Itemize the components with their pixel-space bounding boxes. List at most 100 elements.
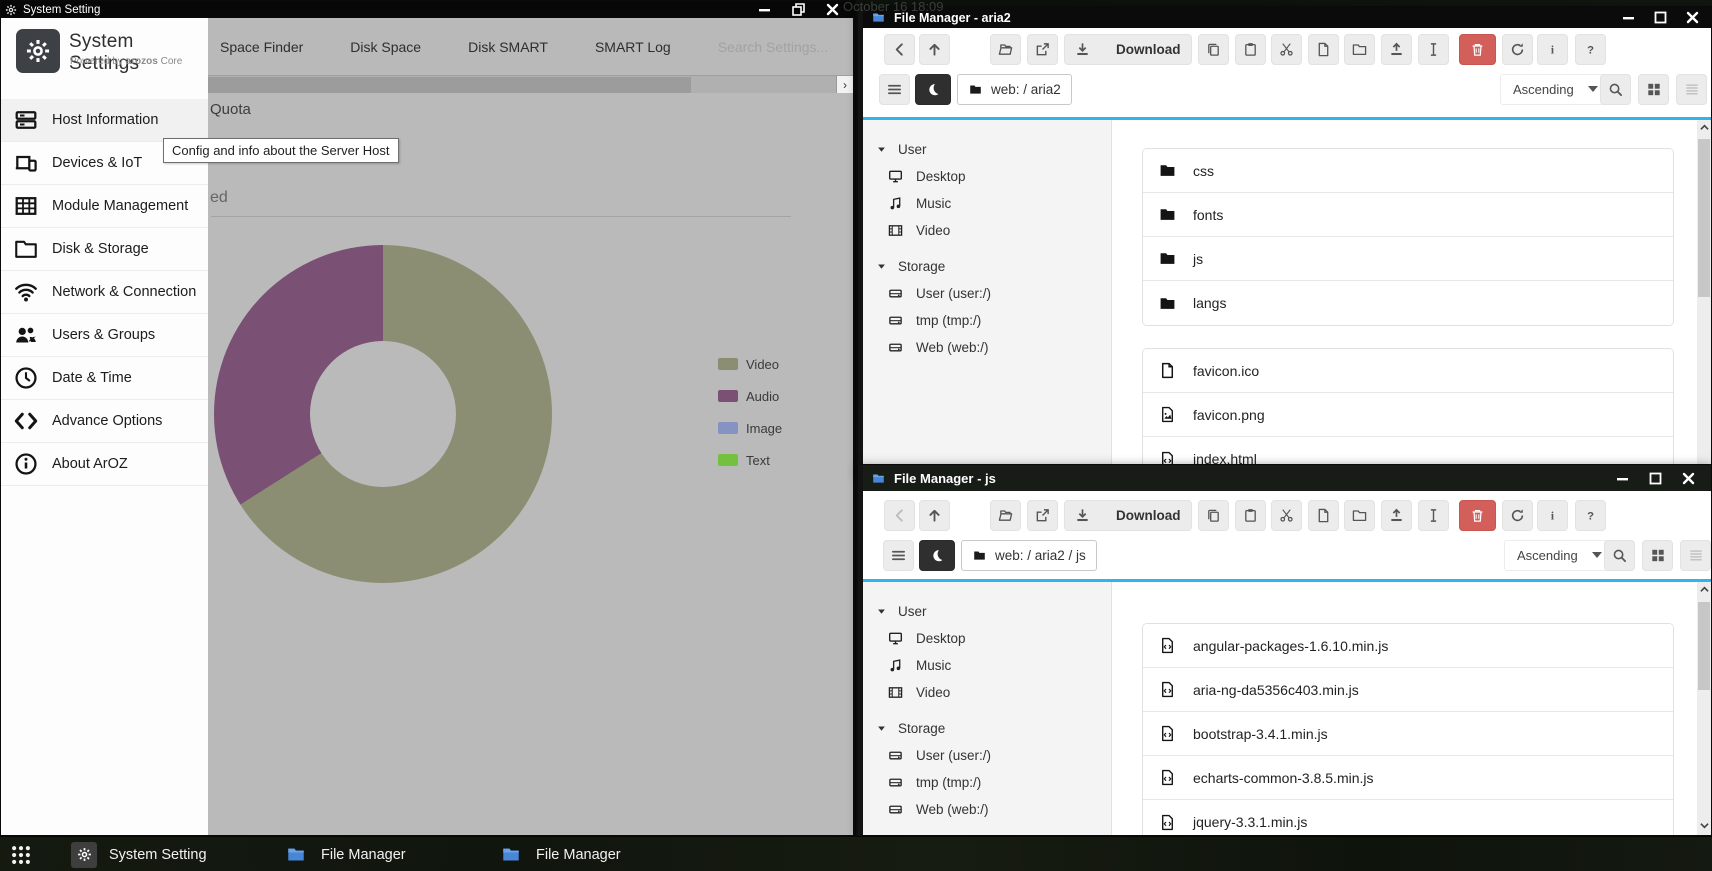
toolbar-button-up[interactable] — [919, 500, 950, 531]
list-view-button[interactable] — [1676, 74, 1707, 105]
sort-dropdown[interactable]: Ascending — [1500, 74, 1611, 105]
file-manager-aria2-titlebar[interactable]: File Manager - aria2 — [863, 7, 1711, 28]
file-row-echarts-common-3.8.5.min.js[interactable]: echarts-common-3.8.5.min.js — [1143, 756, 1673, 800]
tree-item-video[interactable]: Video — [863, 217, 1111, 244]
scrollbar-thumb[interactable] — [1698, 602, 1710, 690]
toolbar-button-cut[interactable] — [1271, 500, 1302, 531]
tree-item-web-web-[interactable]: Web (web:/) — [863, 796, 1111, 823]
toolbar-button-external[interactable] — [1027, 500, 1058, 531]
tree-section-user[interactable]: User — [863, 136, 1111, 163]
folder-row-langs[interactable]: langs — [1143, 281, 1673, 325]
sidebar-item-date-time[interactable]: Date & Time — [1, 357, 208, 400]
tree-section-storage[interactable]: Storage — [863, 715, 1111, 742]
tree-item-desktop[interactable]: Desktop — [863, 163, 1111, 190]
breadcrumb[interactable]: web: / aria2 / js — [961, 540, 1097, 571]
scrollbar-thumb[interactable] — [1698, 139, 1710, 297]
menu-button[interactable] — [883, 540, 914, 571]
toolbar-button-new-file[interactable] — [1308, 34, 1339, 65]
tab-disk-smart[interactable]: Disk SMART — [468, 39, 548, 55]
taskbar-item-file-manager-1[interactable]: File Manager — [283, 841, 406, 868]
toolbar-button-cut[interactable] — [1271, 34, 1302, 65]
search-settings-placeholder[interactable]: Search Settings... — [718, 39, 829, 55]
minimize-button[interactable] — [751, 1, 777, 18]
toolbar-button-delete[interactable] — [1459, 34, 1496, 65]
sidebar-item-about-aroz[interactable]: About ArOZ — [1, 443, 208, 486]
toolbar-button-up[interactable] — [919, 34, 950, 65]
scroll-up-arrow[interactable] — [1697, 120, 1711, 135]
maximize-button[interactable] — [1647, 7, 1673, 28]
toolbar-button-info[interactable]: i — [1537, 34, 1568, 65]
toolbar-button-copy[interactable] — [1198, 34, 1229, 65]
toolbar-button-open[interactable] — [990, 34, 1021, 65]
tree-section-user[interactable]: User — [863, 598, 1111, 625]
folder-row-css[interactable]: css — [1143, 149, 1673, 193]
legend-item-audio[interactable]: Audio — [718, 389, 782, 403]
toolbar-button-new-folder[interactable] — [1344, 500, 1375, 531]
legend-item-video[interactable]: Video — [718, 357, 782, 371]
toolbar-button-rename[interactable] — [1418, 34, 1449, 65]
list-view-button[interactable] — [1680, 540, 1711, 571]
apps-grid-icon[interactable] — [10, 844, 32, 866]
toolbar-button-help[interactable]: ? — [1575, 500, 1606, 531]
file-row-favicon.ico[interactable]: favicon.ico — [1143, 349, 1673, 393]
tab-bar-horizontal-scrollbar[interactable]: › — [208, 75, 853, 93]
grid-view-button[interactable] — [1638, 74, 1669, 105]
tree-item-user-user-[interactable]: User (user:/) — [863, 280, 1111, 307]
toolbar-button-paste[interactable] — [1235, 500, 1266, 531]
toolbar-button-new-file[interactable] — [1308, 500, 1339, 531]
toolbar-button-refresh[interactable] — [1502, 500, 1533, 531]
scroll-up-arrow[interactable] — [1697, 582, 1711, 597]
sidebar-item-advance-options[interactable]: Advance Options — [1, 400, 208, 443]
sort-dropdown[interactable]: Ascending — [1504, 540, 1615, 571]
file-row-jquery-3.3.1.min.js[interactable]: jquery-3.3.1.min.js — [1143, 800, 1673, 836]
tab-smart-log[interactable]: SMART Log — [595, 39, 671, 55]
toolbar-button-upload[interactable] — [1381, 500, 1412, 531]
tree-item-music[interactable]: Music — [863, 652, 1111, 679]
file-row-aria-ng-da5356c403.min.js[interactable]: aria-ng-da5356c403.min.js — [1143, 668, 1673, 712]
toolbar-button-info[interactable]: i — [1537, 500, 1568, 531]
taskbar-item-file-manager-2[interactable]: File Manager — [498, 841, 621, 868]
toolbar-button-refresh[interactable] — [1502, 34, 1533, 65]
search-button[interactable] — [1600, 74, 1631, 105]
tree-item-user-user-[interactable]: User (user:/) — [863, 742, 1111, 769]
sidebar-item-users-groups[interactable]: Users & Groups — [1, 314, 208, 357]
vertical-scrollbar[interactable] — [1697, 582, 1711, 835]
breadcrumb[interactable]: web: / aria2 — [957, 74, 1072, 105]
minimize-button[interactable] — [1609, 465, 1635, 491]
toolbar-button-delete[interactable] — [1459, 500, 1496, 531]
tree-item-tmp-tmp-[interactable]: tmp (tmp:/) — [863, 307, 1111, 334]
tree-item-video[interactable]: Video — [863, 679, 1111, 706]
tab-disk-space[interactable]: Disk Space — [350, 39, 421, 55]
file-row-favicon.png[interactable]: favicon.png — [1143, 393, 1673, 437]
file-manager-js-titlebar[interactable]: File Manager - js — [863, 465, 1711, 491]
scrollbar-thumb[interactable] — [208, 77, 691, 93]
minimize-button[interactable] — [1615, 7, 1641, 28]
maximize-button[interactable] — [1642, 465, 1668, 491]
tree-item-desktop[interactable]: Desktop — [863, 625, 1111, 652]
sidebar-item-host-information[interactable]: Host Information — [1, 99, 208, 142]
taskbar-item-system-setting-0[interactable]: System Setting — [71, 841, 207, 868]
legend-item-text[interactable]: Text — [718, 453, 782, 467]
toolbar-button-paste[interactable] — [1235, 34, 1266, 65]
legend-item-image[interactable]: Image — [718, 421, 782, 435]
grid-view-button[interactable] — [1642, 540, 1673, 571]
folder-row-js[interactable]: js — [1143, 237, 1673, 281]
toolbar-button-open[interactable] — [990, 500, 1021, 531]
tree-item-tmp-tmp-[interactable]: tmp (tmp:/) — [863, 769, 1111, 796]
tree-item-music[interactable]: Music — [863, 190, 1111, 217]
folder-row-fonts[interactable]: fonts — [1143, 193, 1673, 237]
sidebar-item-network-connection[interactable]: Network & Connection — [1, 271, 208, 314]
menu-button[interactable] — [879, 74, 910, 105]
download-button[interactable]: Download — [1064, 34, 1192, 65]
storage-quota-donut-chart[interactable] — [214, 245, 552, 583]
close-icon[interactable] — [1675, 465, 1701, 491]
file-row-angular-packages-1.6.10.min.js[interactable]: angular-packages-1.6.10.min.js — [1143, 624, 1673, 668]
tree-item-web-web-[interactable]: Web (web:/) — [863, 334, 1111, 361]
file-row-bootstrap-3.4.1.min.js[interactable]: bootstrap-3.4.1.min.js — [1143, 712, 1673, 756]
tree-section-storage[interactable]: Storage — [863, 253, 1111, 280]
vertical-scrollbar[interactable] — [1697, 120, 1711, 475]
dark-mode-toggle[interactable] — [919, 540, 955, 571]
toolbar-button-upload[interactable] — [1381, 34, 1412, 65]
close-icon[interactable] — [819, 1, 845, 18]
toolbar-button-rename[interactable] — [1418, 500, 1449, 531]
